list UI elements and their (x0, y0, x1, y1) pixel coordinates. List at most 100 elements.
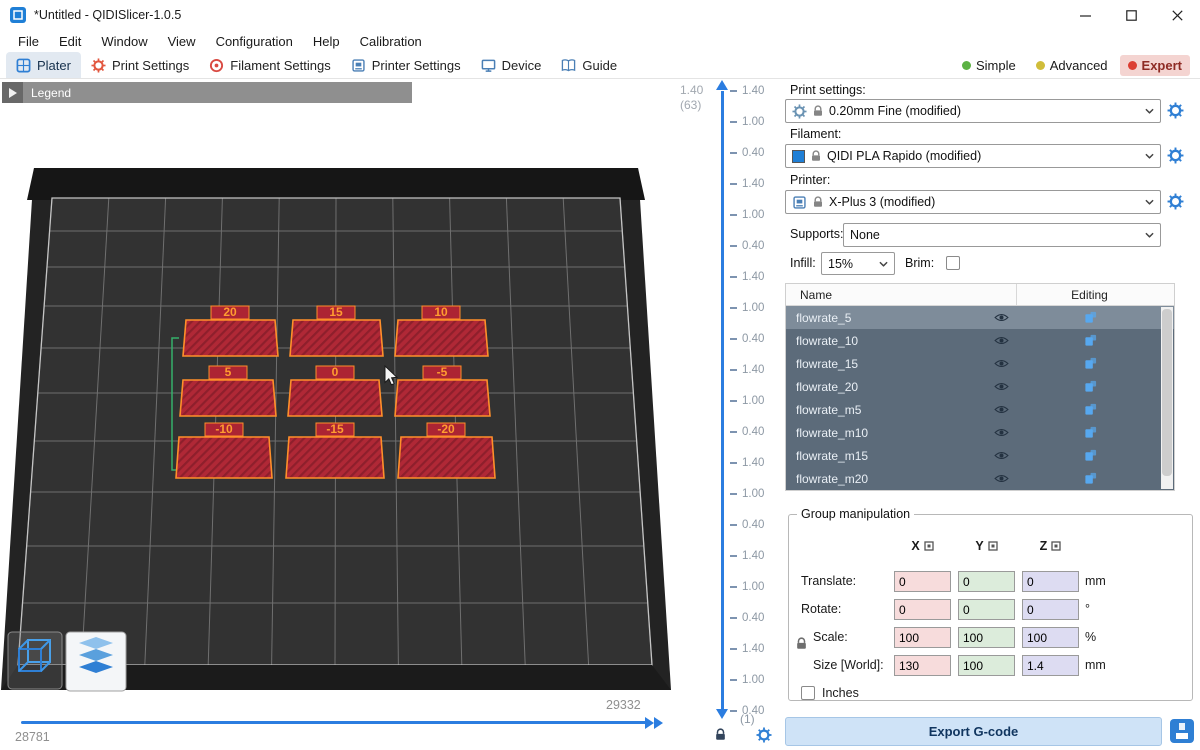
object-name: flowrate_m15 (796, 449, 868, 463)
print-settings-select[interactable]: 0.20mm Fine (modified) (785, 99, 1161, 123)
filament-select[interactable]: QIDI PLA Rapido (modified) (785, 144, 1161, 168)
translate-y-input[interactable] (958, 571, 1015, 592)
layer-slider-top-arrow[interactable] (716, 80, 728, 90)
eye-icon[interactable] (994, 450, 1009, 461)
edit-icon[interactable] (1084, 449, 1097, 462)
eye-icon[interactable] (994, 312, 1009, 323)
send-to-printer-icon[interactable] (1170, 719, 1194, 743)
size-y-input[interactable] (958, 655, 1015, 676)
viewport-3d[interactable]: Legend (0, 79, 672, 750)
object-row[interactable]: flowrate_m20 (786, 467, 1174, 490)
edit-icon[interactable] (1084, 357, 1097, 370)
menu-file[interactable]: File (8, 32, 49, 51)
edit-icon[interactable] (1084, 380, 1097, 393)
menu-window[interactable]: Window (91, 32, 157, 51)
menu-edit[interactable]: Edit (49, 32, 91, 51)
object-row[interactable]: flowrate_20 (786, 375, 1174, 398)
legend-toggle[interactable]: Legend (2, 82, 412, 103)
mode-advanced[interactable]: Advanced (1028, 55, 1116, 76)
object-row[interactable]: flowrate_15 (786, 352, 1174, 375)
layer-height-button[interactable] (66, 632, 126, 691)
eye-icon[interactable] (994, 381, 1009, 392)
layer-slider-track[interactable] (721, 91, 724, 711)
scale-y-input[interactable] (958, 627, 1015, 648)
rotate-x-input[interactable] (894, 599, 951, 620)
uniform-scale-lock-icon[interactable] (795, 637, 808, 650)
plater-icon (16, 58, 31, 73)
edit-icon[interactable] (1084, 403, 1097, 416)
filament-gear-button[interactable] (1167, 147, 1184, 164)
rotate-unit: ° (1085, 602, 1090, 616)
mode-simple[interactable]: Simple (954, 55, 1024, 76)
layer-tick: 0.40 (730, 519, 764, 531)
size-z-input[interactable] (1022, 655, 1079, 676)
hslider-max-value: 29332 (606, 698, 641, 712)
menu-calibration[interactable]: Calibration (350, 32, 432, 51)
horizontal-slider[interactable] (21, 721, 647, 724)
edit-icon[interactable] (1084, 311, 1097, 324)
view-cube-button[interactable] (8, 632, 62, 689)
layer-tick: 1.00 (730, 488, 764, 500)
maximize-button[interactable] (1108, 0, 1154, 30)
translate-label: Translate: (801, 574, 856, 588)
eye-icon[interactable] (994, 427, 1009, 438)
mode-expert[interactable]: Expert (1120, 55, 1190, 76)
tab-filament-settings[interactable]: Filament Settings (199, 52, 340, 78)
svg-text:-5: -5 (437, 365, 448, 379)
viewport-3d-scene[interactable]: 20 15 10 5 (0, 79, 672, 750)
inches-label: Inches (822, 686, 859, 700)
eye-icon[interactable] (994, 358, 1009, 369)
eye-icon[interactable] (994, 335, 1009, 346)
rotate-y-input[interactable] (958, 599, 1015, 620)
rotate-z-input[interactable] (1022, 599, 1079, 620)
tab-print-settings[interactable]: Print Settings (81, 52, 199, 78)
layer-tick: 1.40 (730, 178, 764, 190)
size-x-input[interactable] (894, 655, 951, 676)
printer-select[interactable]: X-Plus 3 (modified) (785, 190, 1161, 214)
gear-icon (91, 58, 106, 73)
edit-icon[interactable] (1084, 334, 1097, 347)
book-icon (561, 58, 576, 73)
supports-select[interactable]: None (843, 223, 1161, 247)
scale-x-input[interactable] (894, 627, 951, 648)
hslider-arrow-icon[interactable] (645, 717, 654, 729)
eye-icon[interactable] (994, 404, 1009, 415)
object-list-header: Name Editing (786, 284, 1174, 306)
object-row[interactable]: flowrate_5 (786, 306, 1174, 329)
hslider-arrow-icon[interactable] (654, 717, 663, 729)
list-scrollbar[interactable] (1161, 307, 1173, 489)
menu-view[interactable]: View (158, 32, 206, 51)
gear-icon[interactable] (756, 727, 772, 743)
tab-guide[interactable]: Guide (551, 52, 627, 78)
tab-printer-settings[interactable]: Printer Settings (341, 52, 471, 78)
export-gcode-label: Export G-code (929, 724, 1019, 739)
inches-checkbox[interactable] (801, 686, 815, 700)
axis-z-header: Z (1022, 539, 1079, 553)
translate-x-input[interactable] (894, 571, 951, 592)
object-row[interactable]: flowrate_10 (786, 329, 1174, 352)
brim-checkbox[interactable] (946, 256, 960, 270)
axis-x-header: X (894, 539, 951, 553)
filament-color-swatch (792, 150, 805, 163)
export-gcode-button[interactable]: Export G-code (785, 717, 1162, 746)
scale-z-input[interactable] (1022, 627, 1079, 648)
tab-plater[interactable]: Plater (6, 52, 81, 78)
print-settings-gear-button[interactable] (1167, 102, 1184, 119)
eye-icon[interactable] (994, 473, 1009, 484)
layer-slider-bottom-arrow[interactable] (716, 709, 728, 719)
lock-icon[interactable] (714, 728, 727, 741)
object-row[interactable]: flowrate_m15 (786, 444, 1174, 467)
minimize-button[interactable] (1062, 0, 1108, 30)
translate-z-input[interactable] (1022, 571, 1079, 592)
object-row[interactable]: flowrate_m5 (786, 398, 1174, 421)
printer-gear-button[interactable] (1167, 193, 1184, 210)
close-button[interactable] (1154, 0, 1200, 30)
edit-icon[interactable] (1084, 472, 1097, 485)
infill-select[interactable]: 15% (821, 252, 895, 275)
menu-configuration[interactable]: Configuration (206, 32, 303, 51)
object-row[interactable]: flowrate_m10 (786, 421, 1174, 444)
edit-icon[interactable] (1084, 426, 1097, 439)
object-name: flowrate_10 (796, 334, 858, 348)
menu-help[interactable]: Help (303, 32, 350, 51)
tab-device[interactable]: Device (471, 52, 552, 78)
